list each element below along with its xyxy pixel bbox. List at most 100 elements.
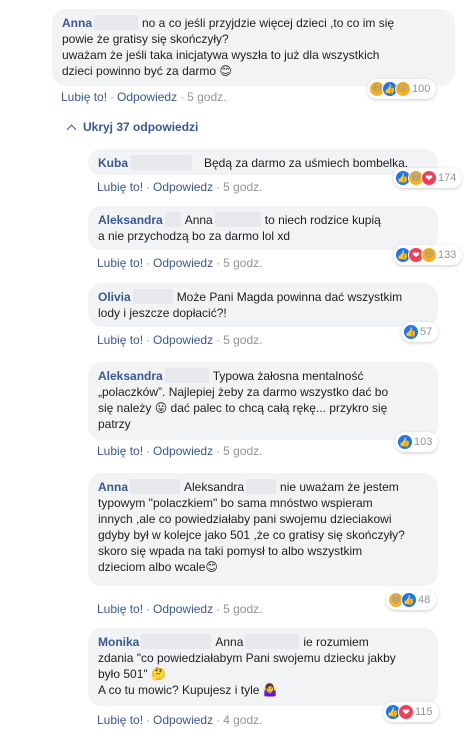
mention-link[interactable]: Aleksandra	[184, 480, 244, 494]
reaction-count: 57	[420, 326, 433, 338]
blurred-surname	[164, 368, 209, 383]
like-link[interactable]: Lubię to!	[61, 90, 107, 104]
like-link[interactable]: Lubię to!	[97, 602, 143, 616]
comment-text-line: Typowa żałosna mentalność	[212, 369, 364, 383]
comment-timestamp[interactable]: 5 godz.	[223, 602, 262, 616]
comment-timestamp[interactable]: 5 godz.	[187, 90, 226, 104]
comment-actions: Lubię to! · Odpowiedz · 5 godz.	[97, 333, 263, 347]
comment-text-line: to niech rodzice kupią	[264, 213, 381, 227]
comment-text-line: patrzy	[98, 417, 131, 431]
comment-bubble: Kuba Będą za darmo za uśmiech bombelka.	[88, 149, 438, 175]
comment-text-line: się należy 😛 dać palec to chcą całą rękę…	[98, 401, 388, 415]
like-link[interactable]: Lubię to!	[97, 713, 143, 727]
reply-link[interactable]: Odpowiedz	[117, 90, 177, 104]
mention-link[interactable]: Anna	[185, 213, 213, 227]
comment-author[interactable]: Anna	[98, 480, 128, 494]
comment-author[interactable]: Olivia	[98, 290, 131, 304]
comment-text-line: Może Pani Magda powinna dać wszystkim	[176, 290, 403, 304]
reaction-summary[interactable]: 😆 👍 😮 100	[367, 79, 437, 99]
comment-bubble: Aleksandra Anna to niech rodzice kupią a n…	[88, 206, 438, 250]
love-reaction-icon: ❤	[398, 704, 414, 720]
comment-text-line: Będą za darmo za uśmiech bombelka.	[204, 156, 409, 170]
reaction-count: 115	[415, 706, 433, 718]
comment-author[interactable]: Kuba	[98, 156, 128, 170]
comment-bubble: Monika Anna ie rozumiem zdania "co powiedz…	[88, 628, 438, 706]
reaction-summary[interactable]: 👍 57	[401, 322, 439, 342]
reaction-summary[interactable]: 👍 😆 ❤ 174	[393, 168, 463, 188]
comment-text-line: no a co jeśli przyjdzie więcej dzieci ,t…	[142, 16, 395, 30]
comment-bubble: Aleksandra Typowa żałosna mentalność „pol…	[88, 362, 438, 440]
like-link[interactable]: Lubię to!	[97, 333, 143, 347]
reaction-summary[interactable]: 👍 103	[395, 432, 439, 452]
comment-actions: Lubię to! · Odpowiedz · 4 godz.	[97, 713, 263, 727]
blurred-surname	[94, 15, 138, 30]
reply-link[interactable]: Odpowiedz	[153, 713, 213, 727]
like-reaction-icon: 👍	[397, 434, 413, 450]
comment-text-line: A co tu mowic? Kupujesz i tyle 🤷‍♀️	[98, 683, 278, 697]
comment-timestamp[interactable]: 5 godz.	[223, 256, 262, 270]
reply-link[interactable]: Odpowiedz	[153, 333, 213, 347]
comment-text-line: innych ,ale co powiedziałaby pani swojem…	[98, 512, 392, 526]
hide-replies-link[interactable]: Ukryj 37 odpowiedzi	[66, 120, 198, 134]
blurred-surname	[214, 212, 261, 227]
comment-bubble: Olivia Może Pani Magda powinna dać wszyst…	[88, 283, 438, 327]
comment-text-line: gdyby był w kolejce jako 501 ,że co grat…	[98, 528, 405, 542]
reaction-count: 133	[438, 249, 457, 261]
like-link[interactable]: Lubię to!	[97, 180, 143, 194]
comment-text-line: zdania "co powiedziałabym Pani swojemu d…	[98, 651, 396, 665]
blurred-surname	[245, 634, 300, 649]
comment-author[interactable]: Aleksandra	[98, 369, 163, 383]
comment-actions: Lubię to! · Odpowiedz · 5 godz.	[97, 444, 263, 458]
comment-text-line: „polaczków”. Najlepiej żeby za darmo wsz…	[98, 385, 389, 399]
reply-link[interactable]: Odpowiedz	[153, 444, 213, 458]
comment-timestamp[interactable]: 5 godz.	[223, 333, 262, 347]
comment-bubble: Anna Aleksandra nie uważam że jestem typow…	[88, 473, 438, 586]
comment-author[interactable]: Anna	[62, 16, 92, 30]
reaction-count: 48	[418, 594, 431, 606]
blurred-surname	[246, 479, 277, 494]
comment-author[interactable]: Monika	[98, 635, 139, 649]
reaction-summary[interactable]: 😆 👍 48	[386, 590, 437, 610]
comment-actions: Lubię to! · Odpowiedz · 5 godz.	[97, 256, 263, 270]
love-reaction-icon: ❤	[421, 170, 437, 186]
comment-text-line: dzieciom albo wcale😊	[98, 560, 218, 574]
reply-link[interactable]: Odpowiedz	[153, 602, 213, 616]
reaction-count: 103	[414, 436, 433, 448]
comment-timestamp[interactable]: 4 godz.	[223, 713, 262, 727]
blurred-surname	[132, 289, 173, 304]
comment-text-line: było 501" 🤔	[98, 667, 166, 681]
comment-text-line: typowym "polaczkiem" bo sama mnóstwo wsp…	[98, 496, 373, 510]
reaction-summary[interactable]: 👍 ❤ 😆 133	[393, 245, 463, 265]
comment-timestamp[interactable]: 5 godz.	[223, 180, 262, 194]
comment-actions: Lubię to! · Odpowiedz · 5 godz.	[97, 602, 263, 616]
reply-link[interactable]: Odpowiedz	[153, 256, 213, 270]
comment-text-line: dzieci powinno być za darmo 😊	[62, 64, 232, 78]
mention-link[interactable]: Anna	[215, 635, 243, 649]
chevron-up-icon	[66, 124, 77, 134]
comment-actions: Lubię to! · Odpowiedz · 5 godz.	[61, 90, 227, 104]
comment-text-line: lody i jeszcze dopłacić?!	[98, 306, 227, 320]
like-reaction-icon: 👍	[403, 324, 419, 340]
comment-author[interactable]: Aleksandra	[98, 213, 163, 227]
comment-text-line: nie uważam że jestem	[280, 480, 399, 494]
blurred-surname	[164, 212, 181, 227]
blurred-surname	[141, 634, 212, 649]
like-link[interactable]: Lubię to!	[97, 256, 143, 270]
reaction-summary[interactable]: 👍 ❤ 115	[383, 702, 439, 722]
hide-replies-label: Ukryj 37 odpowiedzi	[83, 120, 199, 134]
reply-link[interactable]: Odpowiedz	[153, 180, 213, 194]
comment-text-line: ie rozumiem	[303, 635, 369, 649]
comment-text-line: a nie przychodzą bo za darmo lol xd	[98, 229, 291, 243]
comment-timestamp[interactable]: 5 godz.	[223, 444, 262, 458]
reaction-count: 100	[412, 83, 431, 95]
blurred-surname	[130, 479, 180, 494]
comment-text-line: skoro się wpada na taki pomysł to albo w…	[98, 544, 363, 558]
wow-reaction-icon: 😮	[395, 81, 411, 97]
comment-actions: Lubię to! · Odpowiedz · 5 godz.	[97, 180, 263, 194]
comment-text-line: uważam że jeśli taka inicjatywa wyszła t…	[62, 48, 380, 62]
like-reaction-icon: 👍	[401, 592, 417, 608]
reaction-count: 174	[438, 172, 457, 184]
like-link[interactable]: Lubię to!	[97, 444, 143, 458]
comment-bubble: Anna no a co jeśli przyjdzie więcej dziec…	[52, 9, 455, 86]
comment-text-line: powie że gratisy się skończyły?	[62, 32, 229, 46]
